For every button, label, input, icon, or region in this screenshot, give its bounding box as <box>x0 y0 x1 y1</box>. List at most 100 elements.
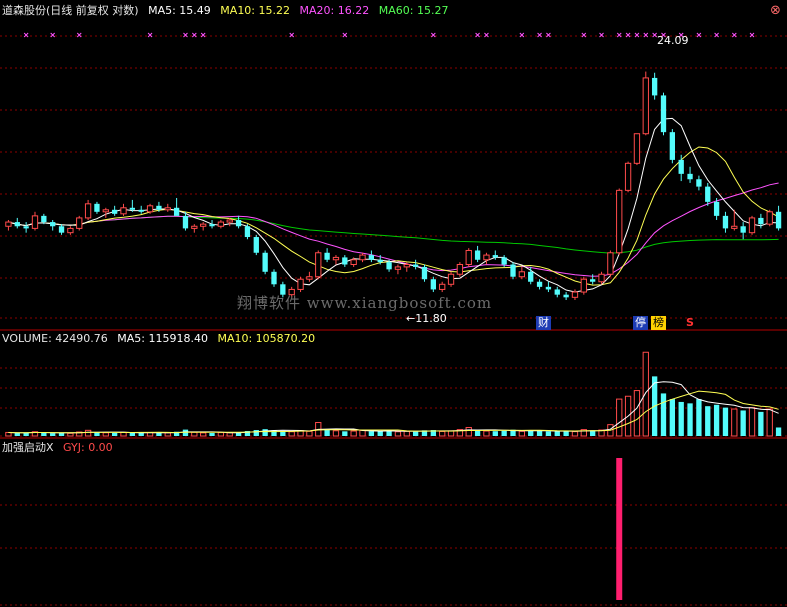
candle-68 <box>607 250 614 277</box>
candle-body-14 <box>129 207 136 210</box>
volume-bar-17 <box>156 432 162 436</box>
candle-body-71 <box>633 133 641 164</box>
candle-body-78 <box>696 179 702 187</box>
candle-body-5 <box>50 222 56 227</box>
candle-18 <box>164 203 171 212</box>
candle-53 <box>474 245 481 263</box>
volume-bar-34 <box>306 430 313 437</box>
candle-body-70 <box>624 162 632 191</box>
candle-11 <box>102 207 109 218</box>
candle-body-62 <box>554 289 560 295</box>
signal-cross-1 <box>50 32 56 38</box>
close-icon[interactable]: ⊗ <box>768 4 783 18</box>
candle-body-8 <box>76 217 83 229</box>
candle-body-79 <box>705 186 711 202</box>
candle-36 <box>324 248 330 263</box>
candle-83 <box>740 222 746 240</box>
volume-bar-28 <box>253 430 259 436</box>
candle-29 <box>262 250 268 275</box>
suspend-badge[interactable]: 停 <box>633 316 648 330</box>
volume-bar-71 <box>633 390 641 437</box>
volume-bar-42 <box>377 431 383 436</box>
volume-bar-87 <box>775 427 782 436</box>
candle-body-41 <box>368 255 375 260</box>
candle-84 <box>748 215 756 235</box>
candle-body-28 <box>253 237 259 253</box>
signal-cross-14 <box>546 32 551 38</box>
signal-cross-24 <box>696 32 702 38</box>
volume-bar-56 <box>501 430 507 436</box>
volume-bar-80 <box>713 404 720 436</box>
gyj-signal-bar <box>616 458 623 600</box>
candle-body-22 <box>200 223 207 227</box>
candle-15 <box>138 205 144 214</box>
finance-badge[interactable]: 财 <box>536 316 551 330</box>
candle-body-51 <box>456 264 464 275</box>
candle-52 <box>465 248 472 267</box>
candle-body-44 <box>394 266 402 270</box>
candle-body-6 <box>58 226 65 233</box>
signal-crosses <box>23 32 755 38</box>
candle-69 <box>616 188 623 256</box>
candle-7 <box>67 226 74 235</box>
candle-12 <box>111 205 118 216</box>
candle-65 <box>580 276 587 295</box>
volume-bar-64 <box>571 431 579 437</box>
volume-ma5-label: MA5: 115918.40 <box>117 332 208 345</box>
candle-body-29 <box>262 252 268 272</box>
s-badge[interactable]: S <box>684 316 696 330</box>
candle-body-61 <box>545 286 552 290</box>
volume-bar-7 <box>67 432 74 437</box>
candle-body-18 <box>164 207 171 211</box>
volume-bar-12 <box>111 432 118 436</box>
signal-cross-8 <box>342 32 348 38</box>
gyj-label: GYJ: 0.00 <box>63 441 113 454</box>
volume-bar-74 <box>660 393 667 436</box>
candle-body-60 <box>536 281 543 287</box>
candle-body-80 <box>713 201 720 216</box>
volume-bar-84 <box>748 407 756 437</box>
candle-body-25 <box>226 219 233 223</box>
volume-bar-22 <box>200 432 207 437</box>
candle-body-64 <box>571 291 579 298</box>
candle-body-42 <box>377 259 383 263</box>
candle-73 <box>651 72 658 100</box>
candle-57 <box>510 262 516 280</box>
candle-body-21 <box>191 225 198 229</box>
candle-body-34 <box>306 276 313 280</box>
volume-bar-29 <box>262 429 268 436</box>
signal-cross-27 <box>749 32 755 38</box>
candle-2 <box>23 222 29 233</box>
volume-bar-24 <box>217 432 225 437</box>
volume-bar-5 <box>50 433 56 436</box>
candle-body-82 <box>731 225 738 229</box>
candle-27 <box>244 224 251 240</box>
candle-58 <box>518 266 526 280</box>
volume-ma10-label: MA10: 105870.20 <box>217 332 316 345</box>
candle-body-67 <box>598 273 605 283</box>
candle-body-85 <box>758 217 764 225</box>
indicator-header: 加强启动X GYJ: 0.00 <box>2 441 119 455</box>
volume-header: VOLUME: 42490.76 MA5: 115918.40 MA10: 10… <box>2 332 321 346</box>
candle-body-87 <box>775 211 782 229</box>
candle-body-55 <box>492 255 498 258</box>
stock-title: 道森股份(日线 前复权 对数) <box>2 4 139 17</box>
candle-body-77 <box>687 173 693 180</box>
volume-bar-63 <box>563 431 569 436</box>
signal-cross-17 <box>616 32 622 38</box>
low-price-label: ←11.80 <box>406 312 447 325</box>
candle-85 <box>758 213 764 229</box>
candle-body-7 <box>67 227 74 234</box>
volume-bar-37 <box>332 430 340 437</box>
candle-61 <box>545 281 552 293</box>
volume-bar-2 <box>23 433 29 436</box>
volume-bar-18 <box>164 432 171 437</box>
candle-body-84 <box>748 217 756 234</box>
volume-bar-53 <box>474 430 481 436</box>
volume-bar-61 <box>545 431 552 436</box>
list-badge[interactable]: 榜 <box>651 316 666 330</box>
signal-cross-6 <box>200 32 206 38</box>
candle-body-72 <box>642 77 649 135</box>
candle-body-27 <box>244 226 251 238</box>
candle-body-19 <box>173 207 180 216</box>
